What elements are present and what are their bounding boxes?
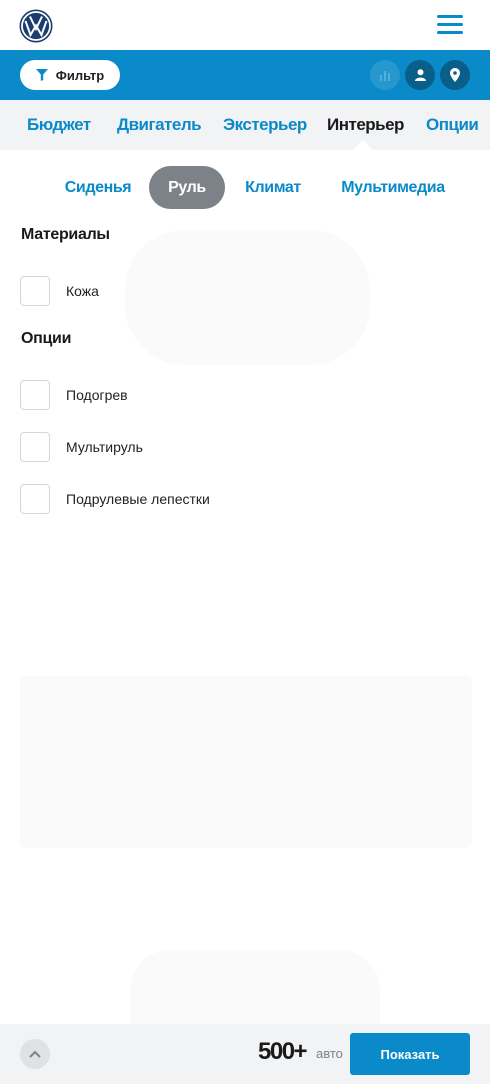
checkbox[interactable] — [20, 380, 50, 410]
compare-button[interactable] — [370, 60, 400, 90]
subtab-seats[interactable]: Сиденья — [60, 166, 136, 209]
account-button[interactable] — [405, 60, 435, 90]
checkbox[interactable] — [20, 432, 50, 462]
section-title-materials: Материалы — [21, 226, 110, 243]
background-decoration — [20, 676, 472, 848]
location-button[interactable] — [440, 60, 470, 90]
chevron-up-icon — [29, 1050, 41, 1058]
filter-label: Фильтр — [55, 67, 105, 83]
filter-toolbar: Фильтр — [0, 50, 490, 100]
tab-budget[interactable]: Бюджет — [27, 100, 91, 150]
filter-pointer — [60, 40, 80, 50]
scroll-top-button[interactable] — [20, 1039, 50, 1069]
section-title-options: Опции — [21, 330, 72, 347]
background-decoration — [125, 230, 370, 365]
chart-icon — [380, 71, 390, 81]
option-heating[interactable]: Подогрев — [20, 380, 128, 410]
option-label: Подрулевые лепестки — [66, 491, 210, 507]
subtab-climate[interactable]: Климат — [238, 166, 308, 209]
option-label: Кожа — [66, 283, 99, 299]
user-icon — [414, 69, 426, 81]
volkswagen-logo[interactable] — [19, 9, 53, 43]
option-paddle-shifters[interactable]: Подрулевые лепестки — [20, 484, 210, 514]
option-multi-wheel[interactable]: Мультируль — [20, 432, 143, 462]
show-results-button[interactable]: Показать — [350, 1033, 470, 1075]
sub-tabs: Сиденья Руль Климат Мультимедиа — [0, 166, 490, 209]
checkbox[interactable] — [20, 276, 50, 306]
results-footer: 500+ авто Показать — [0, 1024, 490, 1084]
main-tabs: Бюджет Двигатель Экстерьер Интерьер Опци… — [0, 100, 490, 150]
option-label: Подогрев — [66, 387, 128, 403]
subtab-steering-wheel[interactable]: Руль — [149, 166, 225, 209]
tab-exterior[interactable]: Экстерьер — [223, 100, 307, 150]
checkbox[interactable] — [20, 484, 50, 514]
subtab-multimedia[interactable]: Мультимедиа — [336, 166, 450, 209]
results-count: 500+ — [258, 1038, 308, 1065]
active-tab-pointer — [353, 140, 373, 150]
filter-button[interactable]: Фильтр — [20, 60, 120, 90]
results-unit: авто — [316, 1046, 343, 1061]
map-pin-icon — [450, 68, 460, 82]
background-decoration — [130, 950, 380, 1024]
option-label: Мультируль — [66, 439, 143, 455]
tab-engine[interactable]: Двигатель — [117, 100, 202, 150]
filter-icon — [35, 69, 48, 81]
option-leather[interactable]: Кожа — [20, 276, 99, 306]
tab-options[interactable]: Опции — [426, 100, 479, 150]
hamburger-icon[interactable] — [437, 14, 463, 36]
